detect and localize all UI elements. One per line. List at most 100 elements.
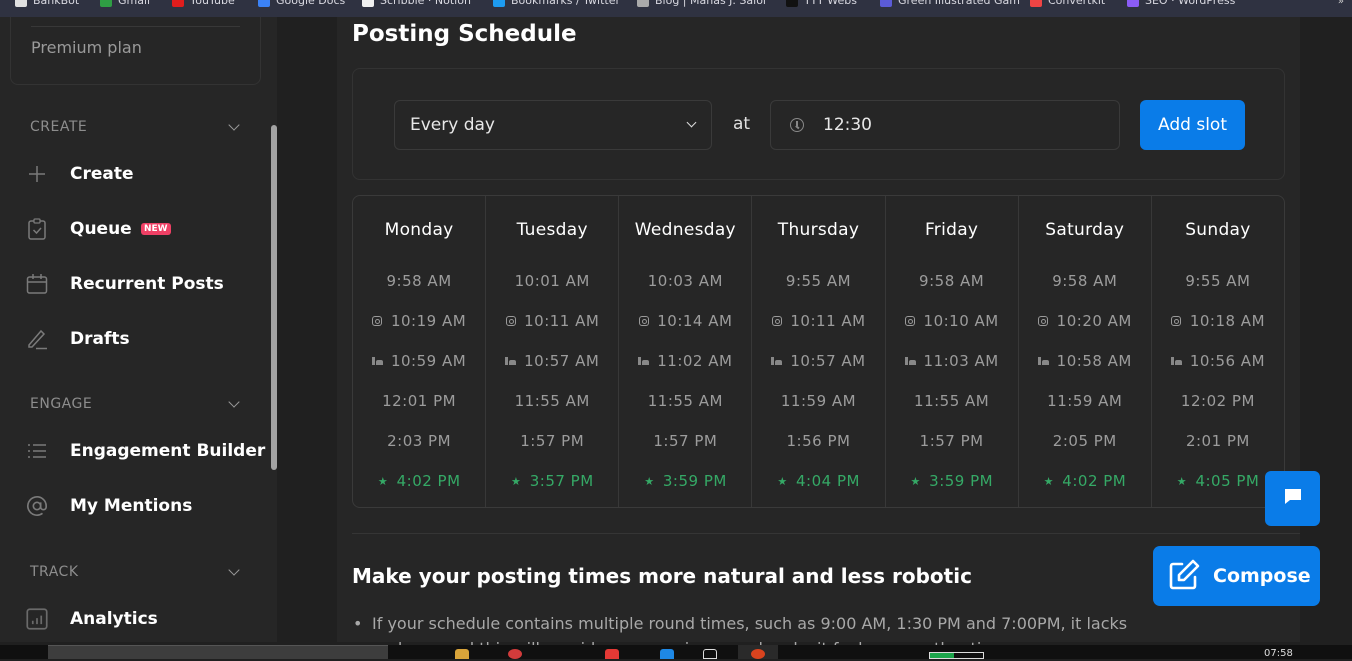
divider [352, 533, 1300, 534]
sidebar-item-drafts[interactable]: Drafts [26, 323, 266, 355]
sidebar-item-my-mentions[interactable]: My Mentions [26, 490, 266, 522]
chat-bubble-icon [1284, 488, 1302, 510]
sidebar-item-engagement-builder[interactable]: Engagement Builder [26, 435, 266, 467]
day-name: Thursday [777, 220, 860, 240]
time-slot[interactable]: 10:57 AM [752, 350, 884, 372]
time-slot[interactable]: 12:02 PM [1152, 390, 1284, 412]
chat-button[interactable] [1265, 471, 1320, 526]
time-slot[interactable]: 10:57 AM [486, 350, 618, 372]
star-icon: ★ [377, 474, 389, 488]
bookmark-item[interactable]: TTT Webs [786, 0, 857, 7]
sidebar-item-queue[interactable]: Queue NEW [26, 213, 266, 245]
time-slot[interactable]: 10:11 AM [752, 310, 884, 332]
time-input[interactable]: 12:30 [770, 100, 1120, 150]
bookmark-item[interactable]: Green Illustrated Gam [880, 0, 1020, 7]
bookmark-item[interactable]: Bookmarks / Twitter [493, 0, 620, 7]
active-app[interactable] [738, 645, 778, 659]
taskbar-clock: 07:58 [1264, 648, 1293, 659]
time-slot[interactable]: 10:14 AM [619, 310, 751, 332]
time-slot-label: 11:55 AM [647, 392, 723, 410]
compose-button[interactable]: Compose [1153, 546, 1320, 606]
time-slot[interactable]: 1:56 PM [752, 430, 884, 452]
time-slot[interactable]: 1:57 PM [619, 430, 751, 452]
tip-title: Make your posting times more natural and… [352, 564, 972, 588]
time-slot[interactable]: 11:03 AM [886, 350, 1018, 372]
star-icon: ★ [1176, 474, 1188, 488]
time-slot[interactable]: 11:59 AM [1019, 390, 1151, 412]
sidebar-scrollbar[interactable] [271, 125, 277, 470]
app-icon[interactable] [703, 649, 717, 659]
sidebar-item-label: My Mentions [70, 496, 193, 516]
bookmark-item[interactable]: Convertkit [1030, 0, 1105, 7]
time-slot[interactable]: ★ 4:02 PM [353, 470, 485, 492]
chrome-icon[interactable] [508, 649, 522, 659]
time-slot[interactable]: 9:58 AM [353, 270, 485, 292]
day-name: Tuesday [516, 220, 588, 240]
day-name: Friday [924, 220, 979, 240]
bookmark-item[interactable]: Google Docs [258, 0, 345, 7]
time-slot[interactable]: 9:58 AM [1019, 270, 1151, 292]
section-header-create[interactable]: CREATE [30, 119, 242, 135]
bookmark-item[interactable]: Scribble · Notion [362, 0, 471, 7]
time-slot-label: 9:58 AM [919, 272, 985, 290]
bookmark-item[interactable]: BankBot [15, 0, 79, 7]
time-slot[interactable]: 9:55 AM [752, 270, 884, 292]
section-header-engage[interactable]: ENGAGE [30, 396, 242, 412]
time-slot[interactable]: 10:11 AM [486, 310, 618, 332]
sidebar-item-recurrent-posts[interactable]: Recurrent Posts [26, 268, 266, 300]
app-icon[interactable] [660, 649, 674, 659]
bookmark-item[interactable]: YouTube [172, 0, 235, 7]
time-slot[interactable]: 10:03 AM [619, 270, 751, 292]
time-slot[interactable]: ★ 3:59 PM [886, 470, 1018, 492]
time-slot-label: 10:57 AM [790, 352, 866, 370]
time-slot[interactable]: 10:56 AM [1152, 350, 1284, 372]
time-slot[interactable]: 2:05 PM [1019, 430, 1151, 452]
bookmark-item[interactable]: Gmail [100, 0, 150, 7]
bookmarks-overflow-icon[interactable]: » [1338, 0, 1344, 7]
time-slot[interactable]: ★ 4:04 PM [752, 470, 884, 492]
time-slot[interactable]: 10:58 AM [1019, 350, 1151, 372]
bookmark-item[interactable]: Blog | Manas J. Saloi [637, 0, 766, 7]
linkedin-icon [638, 357, 650, 365]
time-slot[interactable]: 10:19 AM [353, 310, 485, 332]
time-slot[interactable]: 9:55 AM [1152, 270, 1284, 292]
time-slot[interactable]: 2:03 PM [353, 430, 485, 452]
taskbar-search[interactable] [48, 645, 388, 659]
sidebar-item-label: Analytics [70, 609, 158, 629]
time-slot-label: 2:01 PM [1185, 432, 1250, 450]
time-slot[interactable]: 9:58 AM [886, 270, 1018, 292]
file-explorer-icon[interactable] [455, 649, 469, 659]
time-slot[interactable]: 12:01 PM [353, 390, 485, 412]
time-slot[interactable]: 10:10 AM [886, 310, 1018, 332]
time-slot[interactable]: 10:01 AM [486, 270, 618, 292]
time-slot[interactable]: 10:20 AM [1019, 310, 1151, 332]
list-icon [26, 440, 48, 462]
time-slot[interactable]: 1:57 PM [886, 430, 1018, 452]
add-slot-button[interactable]: Add slot [1140, 100, 1245, 150]
time-slot[interactable]: ★ 4:02 PM [1019, 470, 1151, 492]
plan-card[interactable]: Premium plan [10, 17, 261, 85]
bookmark-favicon-icon [637, 0, 649, 7]
time-slot[interactable]: 11:55 AM [486, 390, 618, 412]
time-slot-label: 10:59 AM [390, 352, 467, 370]
time-slot[interactable]: 11:55 AM [886, 390, 1018, 412]
time-slot[interactable]: 2:01 PM [1152, 430, 1284, 452]
time-slot[interactable]: 11:55 AM [619, 390, 751, 412]
time-slot[interactable]: ★ 3:57 PM [486, 470, 618, 492]
bookmark-item[interactable]: SEO · WordPress [1127, 0, 1235, 7]
sidebar-item-create[interactable]: Create [26, 158, 266, 190]
bookmark-label: Blog | Manas J. Saloi [655, 0, 766, 7]
section-header-track[interactable]: TRACK [30, 564, 242, 580]
time-slot-label: 10:18 AM [1189, 312, 1266, 330]
time-slot[interactable]: 10:18 AM [1152, 310, 1284, 332]
frequency-select[interactable]: Every day [394, 100, 712, 150]
time-slot[interactable]: 11:02 AM [619, 350, 751, 372]
time-slot[interactable]: 11:59 AM [752, 390, 884, 412]
time-slot-label: 1:56 PM [786, 432, 851, 450]
app-icon[interactable] [605, 649, 619, 659]
time-slot[interactable]: 10:59 AM [353, 350, 485, 372]
sidebar-item-analytics[interactable]: Analytics [26, 603, 266, 635]
time-slot[interactable]: ★ 3:59 PM [619, 470, 751, 492]
linkedin-icon [771, 357, 783, 365]
time-slot[interactable]: 1:57 PM [486, 430, 618, 452]
